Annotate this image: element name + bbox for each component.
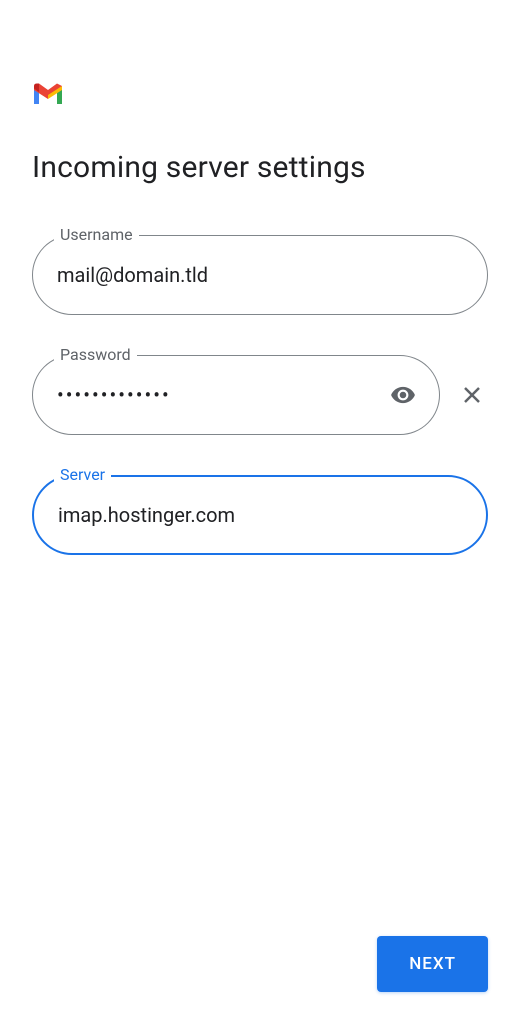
server-label: Server [54,465,111,484]
page-title: Incoming server settings [32,150,488,185]
clear-password-icon[interactable] [456,379,488,411]
gmail-logo [32,82,488,110]
server-input[interactable] [32,475,488,555]
toggle-password-visibility-icon[interactable] [390,382,416,408]
password-input[interactable] [32,355,440,435]
username-input[interactable] [32,235,488,315]
next-button[interactable]: NEXT [377,936,488,992]
password-label: Password [54,345,137,364]
username-label: Username [54,225,139,244]
